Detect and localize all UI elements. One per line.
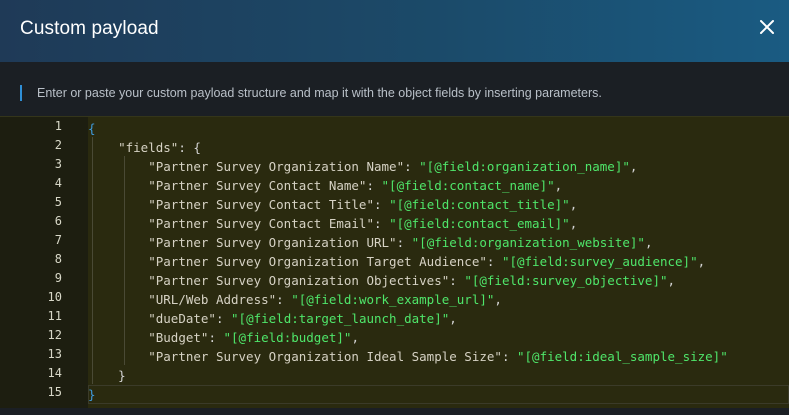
code-line[interactable]: "Partner Survey Organization Name": "[@f… <box>88 157 637 176</box>
json-punctuation: , <box>554 178 563 193</box>
code-line[interactable]: "Partner Survey Organization URL": "[@fi… <box>88 233 652 252</box>
line-number: 1 <box>54 119 62 133</box>
json-key: "dueDate" <box>148 311 216 326</box>
json-value: "[@field:contact_email]" <box>389 216 570 231</box>
description-accent-bar <box>20 85 22 101</box>
json-value: "[@field:contact_title]" <box>389 197 570 212</box>
json-value: "[@field:survey_audience]" <box>501 254 698 269</box>
line-number: 15 <box>47 385 62 399</box>
json-punctuation: { <box>88 121 96 136</box>
line-number: 12 <box>47 328 62 342</box>
current-line-highlight <box>88 385 789 404</box>
code-line[interactable]: "Partner Survey Organization Ideal Sampl… <box>88 347 728 366</box>
line-number: 6 <box>54 214 62 228</box>
payload-code-editor[interactable]: 1 2 3 4 5 6 7 8 9 10 11 12 13 14 15 { "fields": { "Par… <box>0 116 789 408</box>
code-line[interactable]: "Budget": "[@field:budget]", <box>88 328 359 347</box>
json-punctuation: , <box>569 216 578 231</box>
json-punctuation: , <box>569 197 578 212</box>
line-number: 3 <box>54 157 62 171</box>
json-value: "[@field:budget]" <box>223 330 352 345</box>
line-number: 13 <box>47 347 62 361</box>
json-key: "Partner Survey Organization Objectives" <box>148 273 450 288</box>
json-key: "fields" <box>118 140 179 155</box>
line-number: 5 <box>54 195 62 209</box>
code-line[interactable]: "fields": { <box>88 138 201 157</box>
json-key: "Partner Survey Contact Title" <box>148 197 374 212</box>
json-value: "[@field:organization_website]" <box>411 235 645 250</box>
json-punctuation: , <box>494 292 502 307</box>
json-punctuation: , <box>449 311 457 326</box>
line-number: 8 <box>54 252 62 266</box>
json-value: "[@field:target_launch_date]" <box>231 311 450 326</box>
code-line[interactable]: "Partner Survey Contact Name": "[@field:… <box>88 176 562 195</box>
code-line[interactable]: { <box>88 119 96 138</box>
json-key: "Partner Survey Organization Target Audi… <box>148 254 487 269</box>
line-number: 14 <box>47 366 62 380</box>
json-value: "[@field:organization_name]" <box>419 159 630 174</box>
code-line[interactable]: "Partner Survey Organization Objectives"… <box>88 271 675 290</box>
json-punctuation: , <box>667 273 676 288</box>
json-punctuation: , <box>697 254 706 269</box>
json-value: "[@field:ideal_sample_size]" <box>517 349 728 364</box>
json-punctuation: } <box>118 368 126 383</box>
json-punctuation: , <box>629 159 638 174</box>
line-number-gutter: 1 2 3 4 5 6 7 8 9 10 11 12 13 14 15 <box>0 117 70 408</box>
json-punctuation: } <box>88 387 96 402</box>
code-line[interactable]: } <box>88 385 96 404</box>
json-punctuation: , <box>644 235 653 250</box>
dialog-title: Custom payload <box>20 18 159 39</box>
json-key: "Partner Survey Contact Email" <box>148 216 374 231</box>
json-key: "Budget" <box>148 330 209 345</box>
line-number: 4 <box>54 176 62 190</box>
json-value: "[@field:contact_name]" <box>381 178 555 193</box>
close-icon[interactable] <box>757 17 777 37</box>
code-line[interactable]: } <box>88 366 126 385</box>
line-number: 7 <box>54 233 62 247</box>
code-line[interactable]: "dueDate": "[@field:target_launch_date]"… <box>88 309 457 328</box>
json-key: "URL/Web Address" <box>148 292 277 307</box>
code-line[interactable]: "URL/Web Address": "[@field:work_example… <box>88 290 502 309</box>
line-number: 11 <box>47 309 62 323</box>
dialog-header: Custom payload <box>0 0 789 62</box>
json-value: "[@field:survey_objective]" <box>464 273 668 288</box>
line-number: 9 <box>54 271 62 285</box>
dialog-description: Enter or paste your custom payload struc… <box>37 86 602 100</box>
json-punctuation: : { <box>178 140 201 155</box>
json-key: "Partner Survey Organization Ideal Sampl… <box>148 349 502 364</box>
code-line[interactable]: "Partner Survey Contact Title": "[@field… <box>88 195 577 214</box>
line-number: 2 <box>54 138 62 152</box>
json-punctuation: , <box>351 330 359 345</box>
code-line[interactable]: "Partner Survey Contact Email": "[@field… <box>88 214 577 233</box>
json-value: "[@field:work_example_url]" <box>291 292 495 307</box>
json-key: "Partner Survey Contact Name" <box>148 178 367 193</box>
json-key: "Partner Survey Organization Name" <box>148 159 405 174</box>
code-line[interactable]: "Partner Survey Organization Target Audi… <box>88 252 705 271</box>
custom-payload-dialog: Custom payload Enter or paste your custo… <box>0 0 789 415</box>
line-number: 10 <box>47 290 62 304</box>
json-key: "Partner Survey Organization URL" <box>148 235 397 250</box>
